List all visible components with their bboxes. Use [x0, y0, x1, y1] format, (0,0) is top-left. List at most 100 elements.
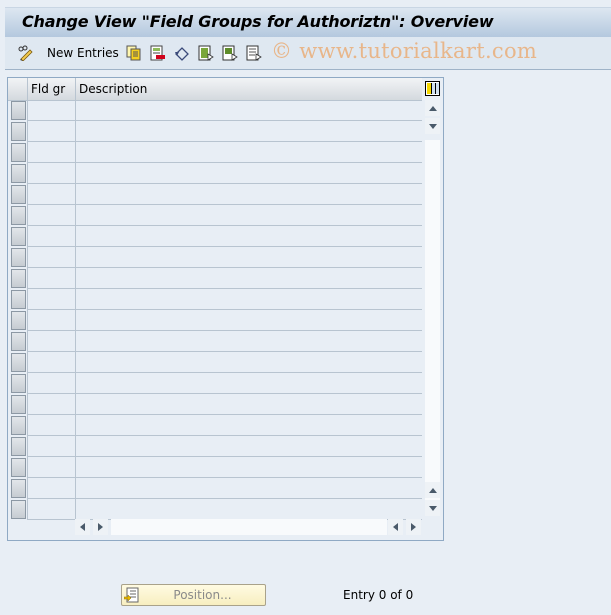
cell-description[interactable]: [75, 499, 423, 519]
row-selector[interactable]: [11, 353, 26, 372]
table-row: [27, 205, 422, 226]
select-block-button[interactable]: [222, 44, 238, 62]
cell-fld-gr[interactable]: [27, 142, 76, 162]
cell-fld-gr[interactable]: [27, 457, 76, 477]
copy-as-button[interactable]: [126, 44, 142, 62]
position-button-label: Position...: [173, 588, 232, 602]
cell-description[interactable]: [75, 226, 423, 246]
select-block-icon: [222, 45, 238, 61]
cell-description[interactable]: [75, 457, 423, 477]
column-header-fld-gr[interactable]: Fld gr: [27, 78, 75, 100]
delete-button[interactable]: [150, 44, 166, 62]
select-all-button[interactable]: [198, 44, 214, 62]
cell-description[interactable]: [75, 478, 423, 498]
cell-description[interactable]: [75, 331, 423, 351]
row-selector[interactable]: [11, 248, 26, 267]
cell-fld-gr[interactable]: [27, 373, 76, 393]
cell-fld-gr[interactable]: [27, 163, 76, 183]
cell-fld-gr[interactable]: [27, 310, 76, 330]
cell-fld-gr[interactable]: [27, 247, 76, 267]
horizontal-scroll-track[interactable]: [111, 519, 387, 535]
table-header: Fld gr Description: [8, 78, 422, 101]
title-bar: Change View "Field Groups for Authoriztn…: [5, 7, 611, 37]
scroll-up-button[interactable]: [425, 100, 440, 116]
row-selector[interactable]: [11, 416, 26, 435]
scroll-left-end-button[interactable]: [388, 519, 403, 535]
row-selector[interactable]: [11, 437, 26, 456]
cell-fld-gr[interactable]: [27, 226, 76, 246]
undo-change-button[interactable]: [174, 44, 190, 62]
cell-description[interactable]: [75, 394, 423, 414]
cell-description[interactable]: [75, 163, 423, 183]
display-change-button[interactable]: [17, 44, 33, 62]
cell-fld-gr[interactable]: [27, 478, 76, 498]
table-control: Fld gr Description: [7, 77, 444, 541]
vertical-scroll-track[interactable]: [425, 140, 440, 500]
cell-fld-gr[interactable]: [27, 121, 76, 141]
cell-fld-gr[interactable]: [27, 289, 76, 309]
cell-description[interactable]: [75, 352, 423, 372]
cell-fld-gr[interactable]: [27, 436, 76, 456]
cell-fld-gr[interactable]: [27, 268, 76, 288]
cell-fld-gr[interactable]: [27, 352, 76, 372]
table-row: [27, 163, 422, 184]
row-selector[interactable]: [11, 332, 26, 351]
cell-description[interactable]: [75, 100, 423, 120]
row-selector[interactable]: [11, 206, 26, 225]
scroll-down-bottom-button[interactable]: [425, 500, 440, 516]
select-all-icon: [198, 45, 214, 61]
row-selector[interactable]: [11, 479, 26, 498]
cell-fld-gr[interactable]: [27, 415, 76, 435]
scroll-right-button[interactable]: [93, 519, 108, 535]
cell-description[interactable]: [75, 142, 423, 162]
row-selector[interactable]: [11, 185, 26, 204]
table-row: [27, 352, 422, 373]
cell-description[interactable]: [75, 436, 423, 456]
deselect-all-icon: [246, 45, 262, 61]
row-selector[interactable]: [11, 311, 26, 330]
scroll-down-button[interactable]: [425, 118, 440, 134]
cell-description[interactable]: [75, 121, 423, 141]
scroll-right-end-button[interactable]: [406, 519, 421, 535]
row-selector[interactable]: [11, 101, 26, 120]
glasses-pencil-icon: [18, 45, 33, 61]
cell-fld-gr[interactable]: [27, 394, 76, 414]
column-header-description[interactable]: Description: [75, 78, 422, 100]
cell-description[interactable]: [75, 184, 423, 204]
row-selector[interactable]: [11, 395, 26, 414]
row-selector[interactable]: [11, 458, 26, 477]
cell-description[interactable]: [75, 289, 423, 309]
row-selector[interactable]: [11, 227, 26, 246]
select-all-rows-header[interactable]: [8, 78, 27, 100]
table-row: [27, 184, 422, 205]
new-entries-label: New Entries: [47, 46, 119, 60]
cell-description[interactable]: [75, 310, 423, 330]
row-selector[interactable]: [11, 269, 26, 288]
cell-description[interactable]: [75, 268, 423, 288]
horizontal-scrollbar[interactable]: [75, 519, 425, 535]
scroll-left-button[interactable]: [75, 519, 90, 535]
new-entries-button[interactable]: New Entries: [47, 44, 119, 62]
row-selector[interactable]: [11, 164, 26, 183]
row-selector[interactable]: [11, 143, 26, 162]
cell-fld-gr[interactable]: [27, 499, 76, 519]
arrow-left-icon: [80, 523, 85, 531]
row-selector[interactable]: [11, 290, 26, 309]
deselect-all-button[interactable]: [246, 44, 262, 62]
table-row: [27, 226, 422, 247]
cell-description[interactable]: [75, 205, 423, 225]
cell-description[interactable]: [75, 415, 423, 435]
cell-fld-gr[interactable]: [27, 100, 76, 120]
table-settings-icon[interactable]: [425, 81, 440, 96]
vertical-scrollbar[interactable]: [425, 100, 440, 518]
position-button[interactable]: Position...: [121, 584, 266, 606]
row-selector[interactable]: [11, 122, 26, 141]
scroll-up-bottom-button[interactable]: [425, 482, 440, 498]
cell-description[interactable]: [75, 373, 423, 393]
row-selector[interactable]: [11, 500, 26, 519]
row-selector[interactable]: [11, 374, 26, 393]
cell-description[interactable]: [75, 247, 423, 267]
cell-fld-gr[interactable]: [27, 205, 76, 225]
cell-fld-gr[interactable]: [27, 331, 76, 351]
cell-fld-gr[interactable]: [27, 184, 76, 204]
